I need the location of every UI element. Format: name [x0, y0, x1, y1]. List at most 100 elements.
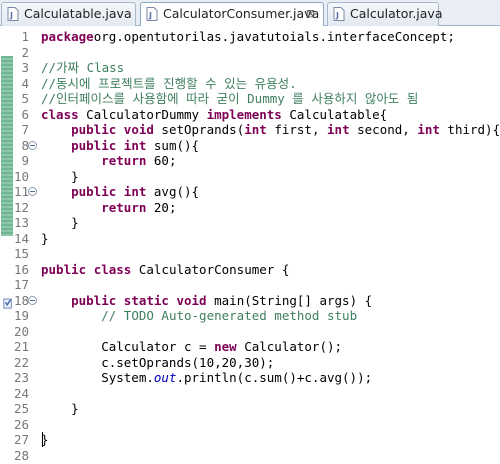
code-text: c.setOprands(10,20,30); — [41, 355, 274, 371]
code-token: out — [153, 370, 177, 385]
code-token: setOprands( — [153, 122, 245, 137]
fold-toggle-icon[interactable] — [28, 187, 37, 196]
code-line[interactable]: 2 — [0, 45, 500, 61]
code-line[interactable]: 12 return 20; — [0, 200, 500, 216]
fold-toggle-icon[interactable] — [28, 140, 37, 150]
code-line[interactable]: 21 Calculator c = new Calculator(); — [0, 339, 500, 355]
tab-calculatorconsumer[interactable]: J CalculatorConsumer.java ⊠ — [140, 2, 324, 27]
code-line[interactable]: 7 public void setOprands(int first, int … — [0, 122, 500, 138]
code-token: 60; — [146, 153, 177, 168]
line-number: 4 — [21, 75, 29, 91]
tab-calculatable[interactable]: J Calculatable.java — [1, 2, 136, 26]
line-number: 9 — [21, 153, 29, 168]
code-token: public — [71, 137, 117, 153]
line-number: 21 — [14, 339, 30, 354]
code-text: return 60; — [41, 153, 176, 169]
code-line[interactable]: 14} — [0, 231, 500, 247]
code-text: return 20; — [41, 200, 176, 216]
line-number: 27 — [14, 432, 30, 447]
code-token: int — [123, 184, 147, 199]
code-line[interactable]: 1 packageorg.opentutorilas.javatutoials.i… — [0, 29, 500, 45]
code-line[interactable]: 16 public class CalculatorConsumer { — [0, 262, 500, 278]
line-number: 14 — [14, 230, 30, 246]
line-number: 6 — [21, 106, 29, 122]
code-line[interactable]: 10 } — [0, 169, 500, 185]
code-line[interactable]: 15 — [0, 246, 500, 262]
code-token: } — [41, 215, 79, 230]
code-line[interactable]: 24 — [0, 386, 500, 402]
code-token: } — [41, 230, 49, 246]
code-line[interactable]: 13 } — [0, 215, 500, 231]
code-line[interactable]: 27} — [0, 432, 500, 448]
fold-toggle-icon[interactable] — [28, 295, 37, 305]
code-token: implements — [206, 106, 282, 122]
code-token: Calculator c = — [41, 339, 215, 354]
code-line[interactable]: 9 return 60; — [0, 153, 500, 169]
code-text: } — [41, 169, 79, 185]
code-token: int — [244, 122, 267, 137]
code-token: int — [123, 137, 147, 153]
code-token: //인터페이스를 사용함에 따라 굳이 Dummy 를 사용하지 않아도 됨 — [41, 91, 419, 106]
code-line[interactable]: 11 public int avg(){ — [0, 184, 500, 200]
code-line[interactable]: 18 public static void main(String[] args… — [0, 293, 500, 309]
line-number: 19 — [14, 308, 30, 323]
code-token: Calculator(); — [236, 339, 343, 354]
code-text: //인터페이스를 사용함에 따라 굳이 Dummy 를 사용하지 않아도 됨 — [41, 91, 418, 107]
code-token: 20; — [146, 199, 177, 215]
code-token: public — [71, 184, 117, 199]
line-number: 3 — [21, 60, 29, 75]
java-file-icon: J — [333, 7, 345, 21]
code-line[interactable]: 26 — [0, 417, 500, 433]
code-token: third){} — [447, 122, 500, 137]
code-token: sum(){ — [146, 137, 200, 153]
code-text: //동시에 프로젝트를 진행할 수 있는 유용성. — [41, 76, 297, 92]
code-token: class — [41, 106, 79, 122]
line-number: 15 — [14, 246, 30, 261]
code-editor[interactable]: 1 packageorg.opentutorilas.javatutoials.i… — [0, 26, 500, 463]
code-text: } — [41, 401, 79, 417]
code-line[interactable]: 8 public int sum(){ — [0, 138, 500, 154]
close-tab-icon[interactable]: ⊠ — [305, 8, 316, 19]
code-token: } — [41, 168, 79, 184]
code-line[interactable]: 20 — [0, 324, 500, 340]
tab-label: CalculatorConsumer.java — [163, 6, 320, 21]
line-number: 7 — [21, 122, 29, 137]
code-line[interactable]: 5 //인터페이스를 사용함에 따라 굳이 Dummy 를 사용하지 않아도 됨 — [0, 91, 500, 107]
line-number: 13 — [14, 215, 30, 230]
code-token: public — [41, 261, 87, 277]
line-number: 28 — [14, 447, 30, 463]
code-token: int — [417, 122, 440, 137]
code-text: public class CalculatorConsumer { — [41, 262, 289, 278]
line-number: 12 — [14, 199, 30, 215]
code-line[interactable]: 19 // TODO Auto-generated method stub — [0, 308, 500, 324]
code-line[interactable]: 22 c.setOprands(10,20,30); — [0, 355, 500, 371]
code-token: //동시에 프로젝트를 진행할 수 있는 유용성. — [41, 75, 297, 91]
code-text: Calculator c = new Calculator(); — [41, 339, 342, 355]
code-line[interactable]: 3 //가짜 Class — [0, 60, 500, 76]
task-marker-icon[interactable] — [3, 298, 13, 310]
code-text: //가짜 Class — [41, 60, 124, 76]
tab-calculator[interactable]: J Calculator.java — [327, 2, 443, 26]
code-token: void — [176, 292, 207, 308]
code-line[interactable]: 23 System.out.println(c.sum()+c.avg()); — [0, 370, 500, 386]
line-number: 22 — [14, 354, 30, 370]
line-number: 5 — [21, 91, 29, 106]
code-text: System.out.println(c.sum()+c.avg()); — [41, 370, 372, 386]
code-line[interactable]: 6 class CalculatorDummy implements Calcul… — [0, 107, 500, 123]
code-line[interactable]: 17 — [0, 277, 500, 293]
code-token: //가짜 Class — [41, 60, 125, 75]
code-token: int — [327, 122, 350, 137]
code-line[interactable]: 4 //동시에 프로젝트를 진행할 수 있는 유용성. — [0, 76, 500, 92]
code-line[interactable]: 25 } — [0, 401, 500, 417]
code-token: public — [71, 292, 117, 308]
code-line[interactable]: 28 — [0, 448, 500, 464]
code-text: packageorg.opentutorilas.javatutoials.in… — [41, 29, 455, 45]
code-token: Calculatable{ — [281, 106, 388, 122]
